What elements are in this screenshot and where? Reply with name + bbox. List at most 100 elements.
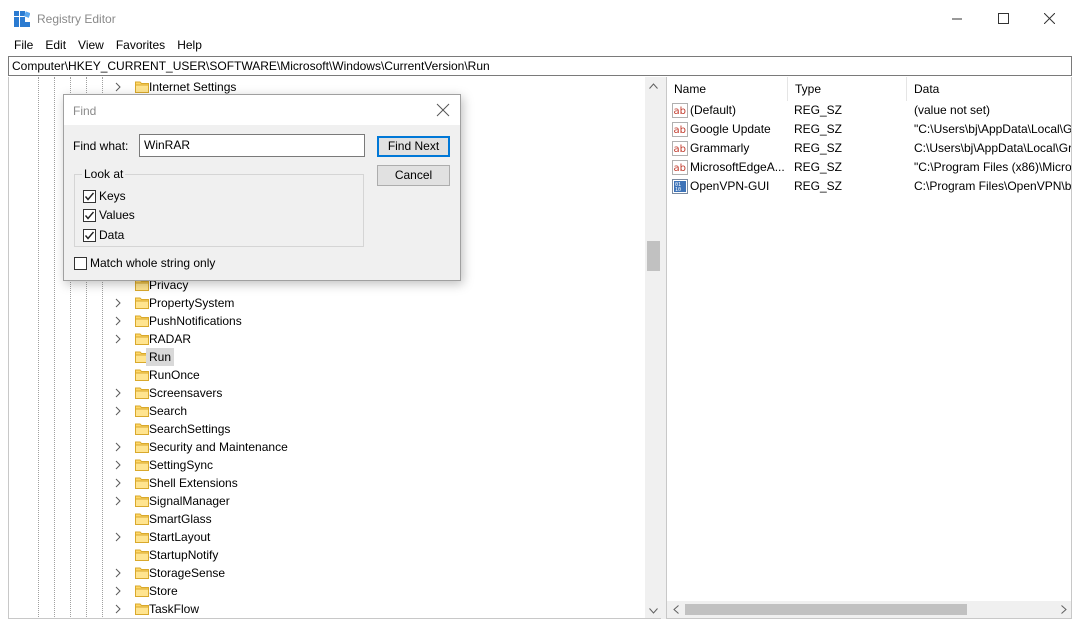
tree-item[interactable]: Run (9, 348, 645, 366)
chevron-right-icon[interactable] (113, 568, 123, 578)
values-checkbox-label: Values (99, 208, 135, 222)
chevron-right-icon[interactable] (113, 532, 123, 542)
tree-item[interactable]: PushNotifications (9, 312, 645, 330)
list-header: Name Type Data (667, 77, 1071, 101)
column-header-name[interactable]: Name (667, 77, 788, 101)
chevron-right-icon[interactable] (113, 496, 123, 506)
tree-item-label: PushNotifications (149, 314, 242, 328)
scroll-left-icon[interactable] (667, 601, 684, 618)
menu-favorites[interactable]: Favorites (110, 37, 171, 55)
tree-item[interactable]: StartLayout (9, 528, 645, 546)
binary-value-icon: 0110 (672, 179, 688, 194)
tree-item-label: RADAR (149, 332, 192, 346)
chevron-right-icon[interactable] (113, 316, 123, 326)
find-next-button[interactable]: Find Next (377, 136, 450, 157)
tree-item[interactable]: TaskFlow (9, 600, 645, 618)
data-checkbox-row[interactable]: Data (83, 227, 124, 243)
list-horizontal-scrollbar[interactable] (667, 601, 1071, 618)
chevron-right-icon[interactable] (113, 604, 123, 614)
tree-item[interactable]: PropertySystem (9, 294, 645, 312)
tree-item-label: StartupNotify (149, 548, 219, 562)
tree-item[interactable]: StorageSense (9, 564, 645, 582)
list-item[interactable]: ab (Default) REG_SZ (value not set) (667, 101, 1071, 120)
list-item[interactable]: ab Google Update REG_SZ "C:\Users\bj\AppDat… (667, 120, 1072, 139)
match-whole-string-row[interactable]: Match whole string only (74, 255, 215, 271)
chevron-right-icon[interactable] (113, 298, 123, 308)
column-header-type[interactable]: Type (788, 77, 907, 101)
tree-item-label: SearchSettings (149, 422, 231, 436)
list-scroll-thumb[interactable] (685, 604, 967, 615)
minimize-button[interactable] (934, 0, 980, 36)
value-data: "C:\Users\bj\AppData\Local\Google\Update… (914, 122, 1072, 136)
tree-vertical-scrollbar[interactable] (645, 77, 661, 618)
value-type: REG_SZ (794, 122, 843, 136)
tree-item[interactable]: Search (9, 402, 645, 420)
tree-item[interactable]: Store (9, 582, 645, 600)
scroll-down-icon[interactable] (645, 602, 661, 618)
tree-item[interactable]: SignalManager (9, 492, 645, 510)
cancel-button[interactable]: Cancel (377, 165, 450, 186)
menu-help[interactable]: Help (171, 37, 208, 55)
close-button[interactable] (1026, 0, 1072, 36)
value-type: REG_SZ (794, 141, 843, 155)
value-name: OpenVPN-GUI (690, 179, 770, 193)
checkmark-icon (84, 192, 95, 201)
svg-text:ab: ab (674, 163, 686, 174)
tree-item-label: SignalManager (149, 494, 230, 508)
string-value-icon: ab (672, 141, 688, 156)
list-item[interactable]: ab MicrosoftEdgeA... REG_SZ "C:\Program Fil… (667, 158, 1071, 177)
tree-item[interactable]: Security and Maintenance (9, 438, 645, 456)
tree-item[interactable]: SmartGlass (9, 510, 645, 528)
maximize-button[interactable] (980, 0, 1026, 36)
maximize-icon (997, 12, 1009, 24)
tree-item[interactable]: Shell Extensions (9, 474, 645, 492)
tree-item[interactable]: RADAR (9, 330, 645, 348)
tree-item[interactable]: Screensavers (9, 384, 645, 402)
tree-item-label: Security and Maintenance (149, 440, 288, 454)
chevron-right-icon[interactable] (113, 460, 123, 470)
match-whole-string-checkbox[interactable] (74, 256, 87, 270)
tree-item[interactable]: SearchSettings (9, 420, 645, 438)
value-type: REG_SZ (794, 179, 843, 193)
svg-text:10: 10 (675, 187, 681, 193)
chevron-right-icon[interactable] (113, 406, 123, 416)
registry-editor-window: Registry Editor File Edit View Favorites… (0, 0, 1080, 628)
value-type: REG_SZ (794, 103, 843, 117)
address-bar[interactable]: Computer\HKEY_CURRENT_USER\SOFTWARE\Micr… (8, 56, 1072, 76)
scroll-up-icon[interactable] (645, 77, 661, 94)
tree-item[interactable]: SettingSync (9, 456, 645, 474)
tree-item-label: Screensavers (149, 386, 223, 400)
menu-edit[interactable]: Edit (39, 37, 72, 55)
tree-scroll-thumb[interactable] (647, 241, 660, 271)
chevron-right-icon[interactable] (113, 586, 123, 596)
tree-item-label: StorageSense (149, 566, 226, 580)
string-value-icon: ab (672, 103, 688, 118)
checkmark-icon (84, 211, 95, 220)
keys-checkbox-row[interactable]: Keys (83, 188, 126, 204)
tree-item[interactable]: StartupNotify (9, 546, 645, 564)
find-what-input[interactable]: WinRAR (139, 134, 365, 157)
values-checkbox[interactable] (83, 208, 96, 222)
menu-view[interactable]: View (72, 37, 110, 55)
chevron-right-icon[interactable] (113, 478, 123, 488)
tree-item-label: Search (149, 404, 188, 418)
tree-item[interactable]: RunOnce (9, 366, 645, 384)
list-item[interactable]: ab Grammarly REG_SZ C:\Users\bj\AppData\Loc… (667, 139, 1071, 158)
column-header-data[interactable]: Data (907, 77, 1071, 101)
values-list-pane[interactable]: Name Type Data ab (Default) REG_SZ (value n… (666, 77, 1072, 619)
keys-checkbox[interactable] (83, 189, 96, 203)
chevron-right-icon[interactable] (113, 388, 123, 398)
list-item[interactable]: 01 10 OpenVPN-GUI REG_SZ C:\Program Files\Op… (667, 177, 1071, 196)
data-checkbox-label: Data (99, 228, 125, 242)
string-value-icon: ab (672, 160, 688, 175)
data-checkbox[interactable] (83, 228, 96, 242)
menu-file[interactable]: File (8, 37, 39, 55)
chevron-right-icon[interactable] (113, 442, 123, 452)
values-checkbox-row[interactable]: Values (83, 207, 135, 223)
close-icon[interactable] (436, 103, 450, 117)
chevron-right-icon[interactable] (113, 82, 123, 92)
scroll-right-icon[interactable] (1055, 601, 1071, 618)
tree-item-label: PropertySystem (149, 296, 235, 310)
chevron-right-icon[interactable] (113, 334, 123, 344)
svg-text:ab: ab (674, 144, 686, 155)
